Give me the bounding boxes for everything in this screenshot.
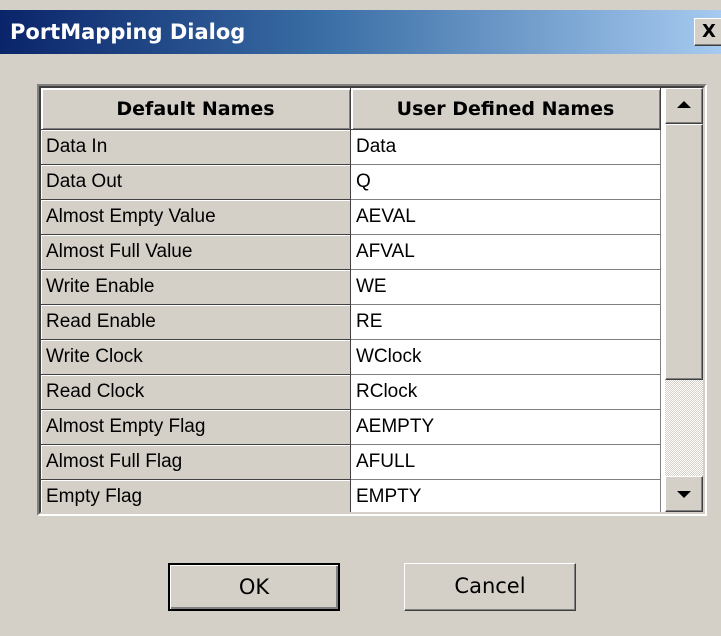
user-name-cell[interactable]: EMPTY [351, 480, 661, 512]
title-bar[interactable]: PortMapping Dialog X [0, 10, 721, 54]
arrow-up-icon [677, 101, 691, 108]
vertical-scrollbar[interactable] [665, 88, 703, 512]
portmapping-dialog: PortMapping Dialog X Default Names User … [0, 0, 721, 636]
user-name-cell[interactable]: WE [351, 270, 661, 305]
window-title: PortMapping Dialog [10, 20, 246, 44]
arrow-down-icon [677, 491, 691, 498]
table-row: Data Out Q [41, 165, 661, 200]
scrollbar-thumb[interactable] [665, 124, 703, 380]
table-row: Almost Empty Value AEVAL [41, 200, 661, 235]
user-name-cell[interactable]: WClock [351, 340, 661, 375]
user-name-cell[interactable]: AEMPTY [351, 410, 661, 445]
default-name-cell: Almost Empty Value [41, 200, 351, 235]
user-name-cell[interactable]: AFULL [351, 445, 661, 480]
default-name-cell: Data Out [41, 165, 351, 200]
table-row: Read Enable RE [41, 305, 661, 340]
column-header-user-defined-names[interactable]: User Defined Names [351, 88, 661, 130]
user-name-cell[interactable]: RClock [351, 375, 661, 410]
user-name-cell[interactable]: Data [351, 130, 661, 165]
table-row: Almost Full Flag AFULL [41, 445, 661, 480]
default-name-cell: Empty Flag [41, 480, 351, 512]
default-name-cell: Read Clock [41, 375, 351, 410]
table-row: Read Clock RClock [41, 375, 661, 410]
default-name-cell: Data In [41, 130, 351, 165]
table-row: Empty Flag EMPTY [41, 480, 661, 512]
default-name-cell: Write Clock [41, 340, 351, 375]
table-row: Almost Empty Flag AEMPTY [41, 410, 661, 445]
user-name-cell[interactable]: AFVAL [351, 235, 661, 270]
default-name-cell: Almost Full Flag [41, 445, 351, 480]
user-name-cell[interactable]: RE [351, 305, 661, 340]
user-name-cell[interactable]: Q [351, 165, 661, 200]
close-button[interactable]: X [694, 18, 721, 46]
close-icon: X [702, 21, 716, 42]
ok-button[interactable]: OK [168, 563, 340, 611]
scroll-up-button[interactable] [665, 88, 703, 124]
port-mapping-grid-inner: Default Names User Defined Names Data In… [39, 86, 705, 514]
cancel-button[interactable]: Cancel [404, 563, 576, 611]
table-row: Write Clock WClock [41, 340, 661, 375]
default-name-cell: Read Enable [41, 305, 351, 340]
table-row: Write Enable WE [41, 270, 661, 305]
scroll-down-button[interactable] [665, 476, 703, 512]
column-header-default-names[interactable]: Default Names [41, 88, 351, 130]
table-row: Data In Data [41, 130, 661, 165]
user-name-cell[interactable]: AEVAL [351, 200, 661, 235]
port-mapping-grid-frame: Default Names User Defined Names Data In… [37, 84, 707, 516]
default-name-cell: Write Enable [41, 270, 351, 305]
port-mapping-grid: Default Names User Defined Names Data In… [41, 88, 661, 512]
table-row: Almost Full Value AFVAL [41, 235, 661, 270]
default-name-cell: Almost Full Value [41, 235, 351, 270]
default-name-cell: Almost Empty Flag [41, 410, 351, 445]
